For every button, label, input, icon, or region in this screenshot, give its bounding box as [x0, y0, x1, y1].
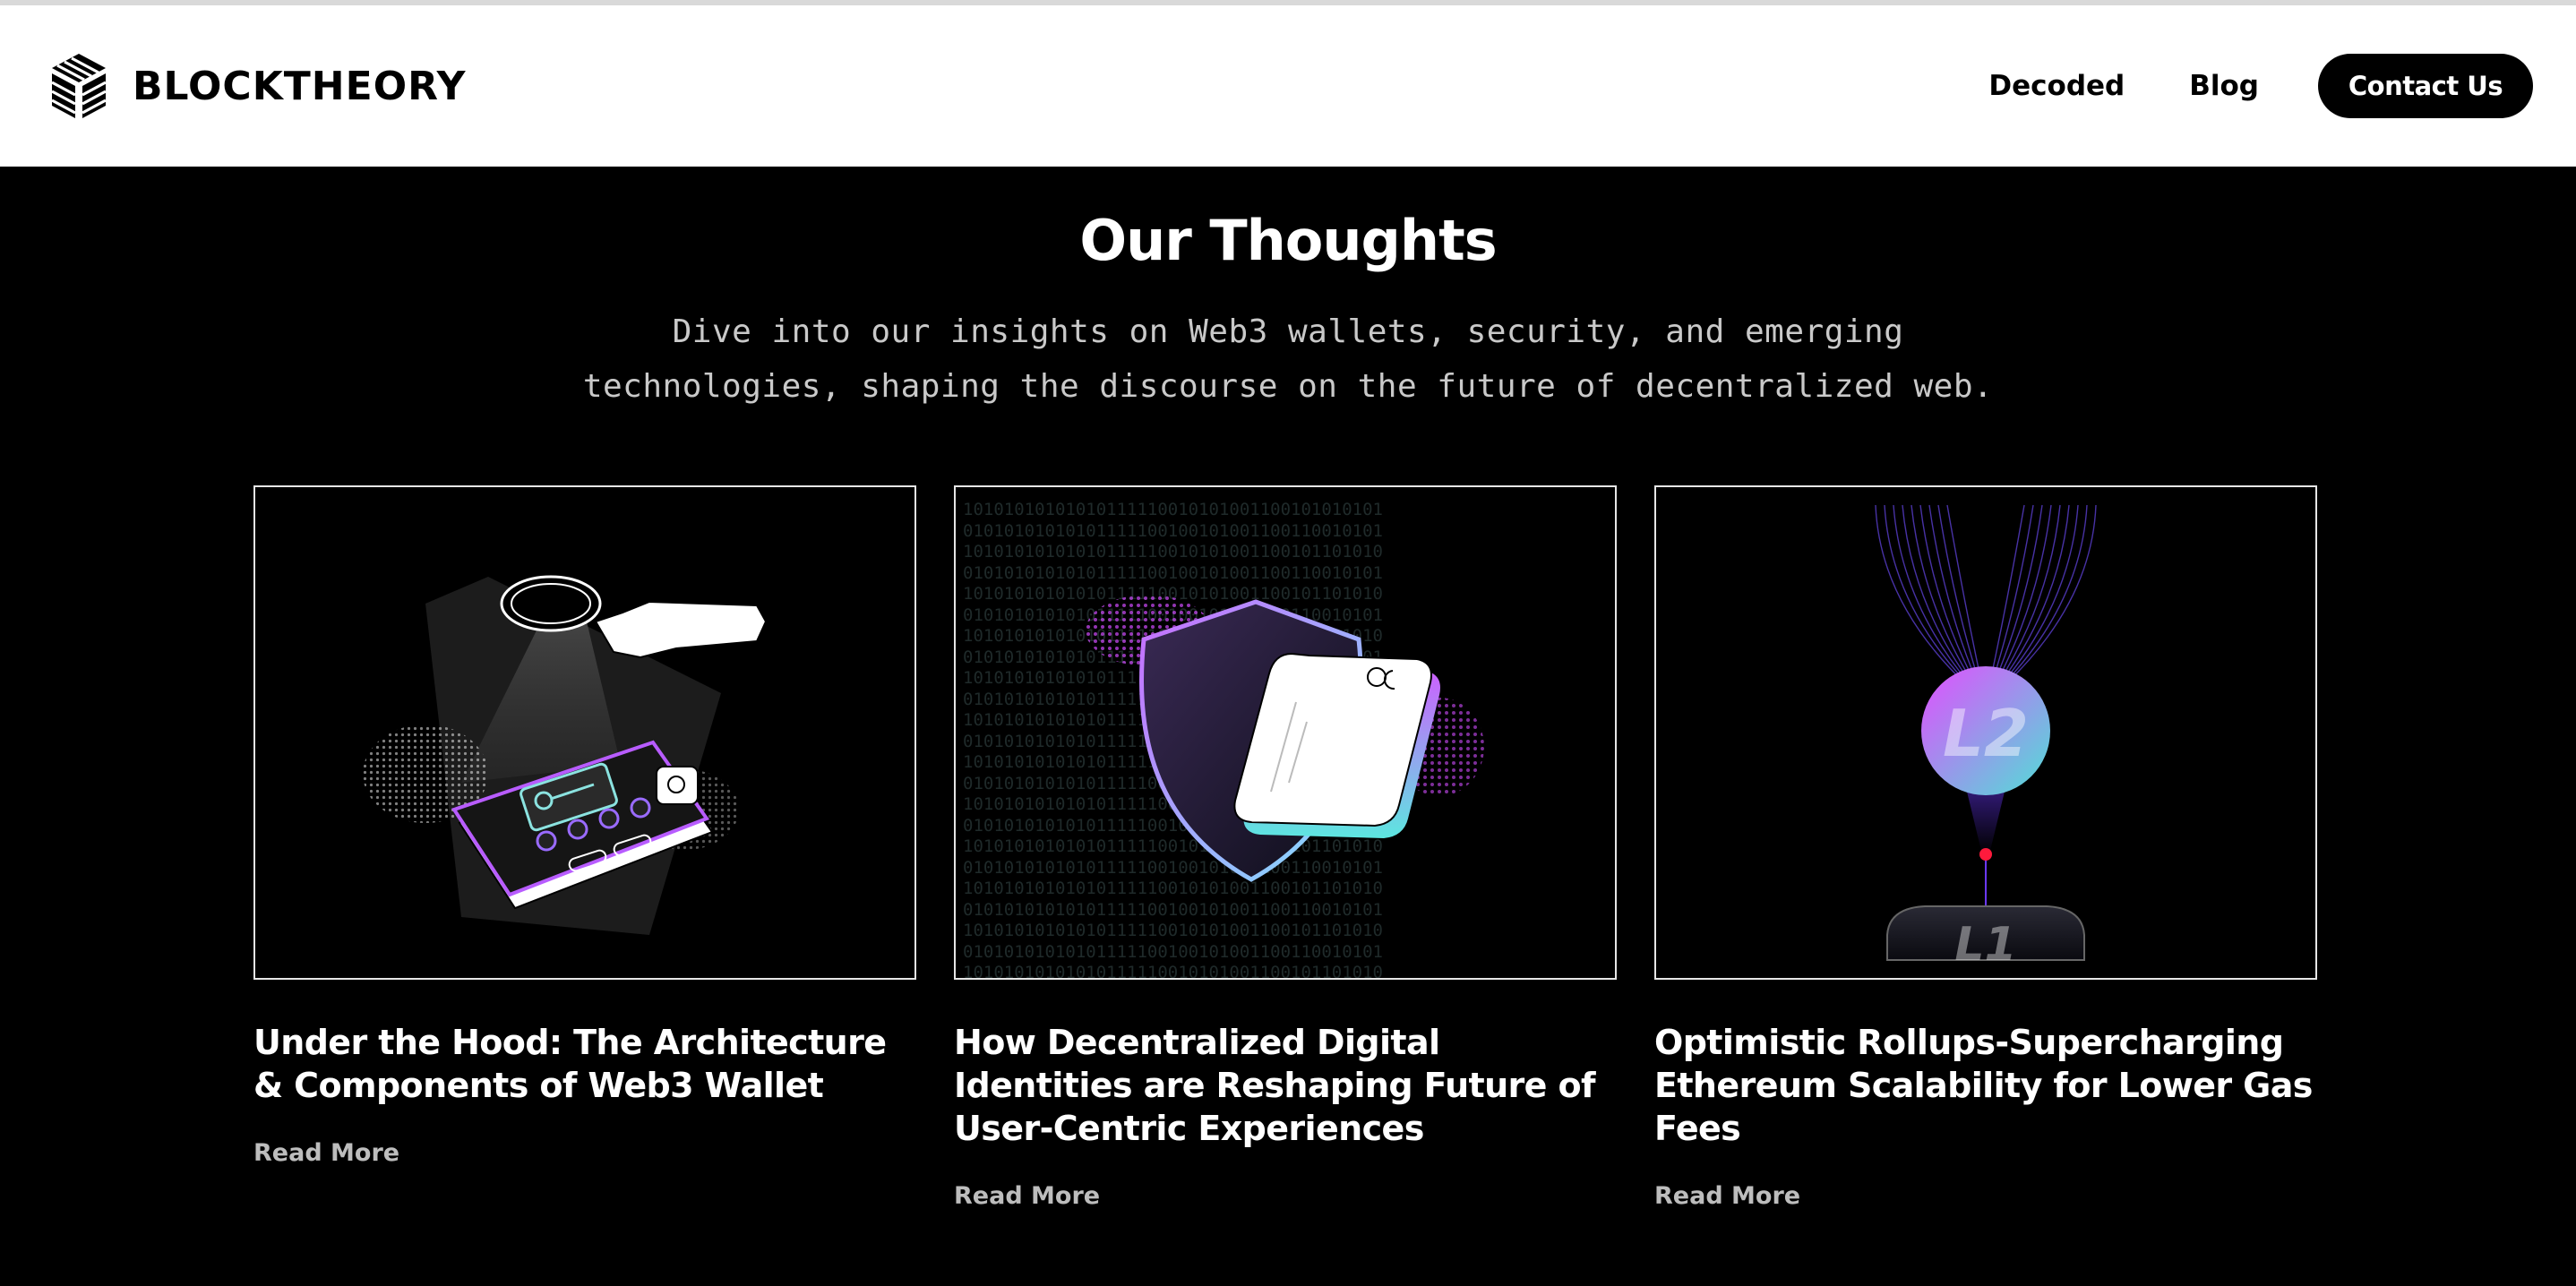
card-title[interactable]: Under the Hood: The Architecture & Compo…	[253, 1021, 916, 1107]
l2-label: L2	[1943, 696, 2029, 771]
card-title[interactable]: How Decentralized Digital Identities are…	[954, 1021, 1617, 1150]
brand[interactable]: BLOCKTHEORY	[48, 50, 466, 122]
wallet-illustration[interactable]	[253, 485, 916, 980]
rollup-illustration[interactable]: L2 L1	[1654, 485, 2317, 980]
blog-card[interactable]: L2 L1 Optimistic Rollups-Supercharging E…	[1654, 485, 2317, 1210]
card-title[interactable]: Optimistic Rollups-Supercharging Ethereu…	[1654, 1021, 2317, 1150]
nav-decoded-link[interactable]: Decoded	[1988, 70, 2125, 102]
site-header: BLOCKTHEORY Decoded Blog Contact Us	[0, 5, 2576, 167]
identity-illustration[interactable]: 1010101010101011111001010100110010101010…	[954, 485, 1617, 980]
shield-card-image	[1086, 595, 1484, 882]
rollup-image: L2 L1	[1875, 504, 2097, 972]
read-more-link[interactable]: Read More	[954, 1182, 1100, 1210]
read-more-link[interactable]: Read More	[1654, 1182, 1800, 1210]
brand-name: BLOCKTHEORY	[133, 63, 467, 109]
main-nav: Decoded Blog Contact Us	[1988, 54, 2533, 118]
l1-label: L1	[1954, 918, 2016, 972]
wallet-key-image	[363, 575, 768, 935]
section-subtitle: Dive into our insights on Web3 wallets, …	[582, 313, 1994, 405]
nav-blog-link[interactable]: Blog	[2189, 70, 2259, 102]
section-title: Our Thoughts	[1079, 208, 1497, 273]
blog-card[interactable]: Under the Hood: The Architecture & Compo…	[253, 485, 916, 1167]
blocktheory-logo-icon	[51, 54, 107, 118]
contact-us-button[interactable]: Contact Us	[2318, 54, 2533, 118]
blog-card[interactable]: 1010101010101011111001010100110010101010…	[954, 485, 1617, 1210]
read-more-link[interactable]: Read More	[253, 1139, 399, 1167]
